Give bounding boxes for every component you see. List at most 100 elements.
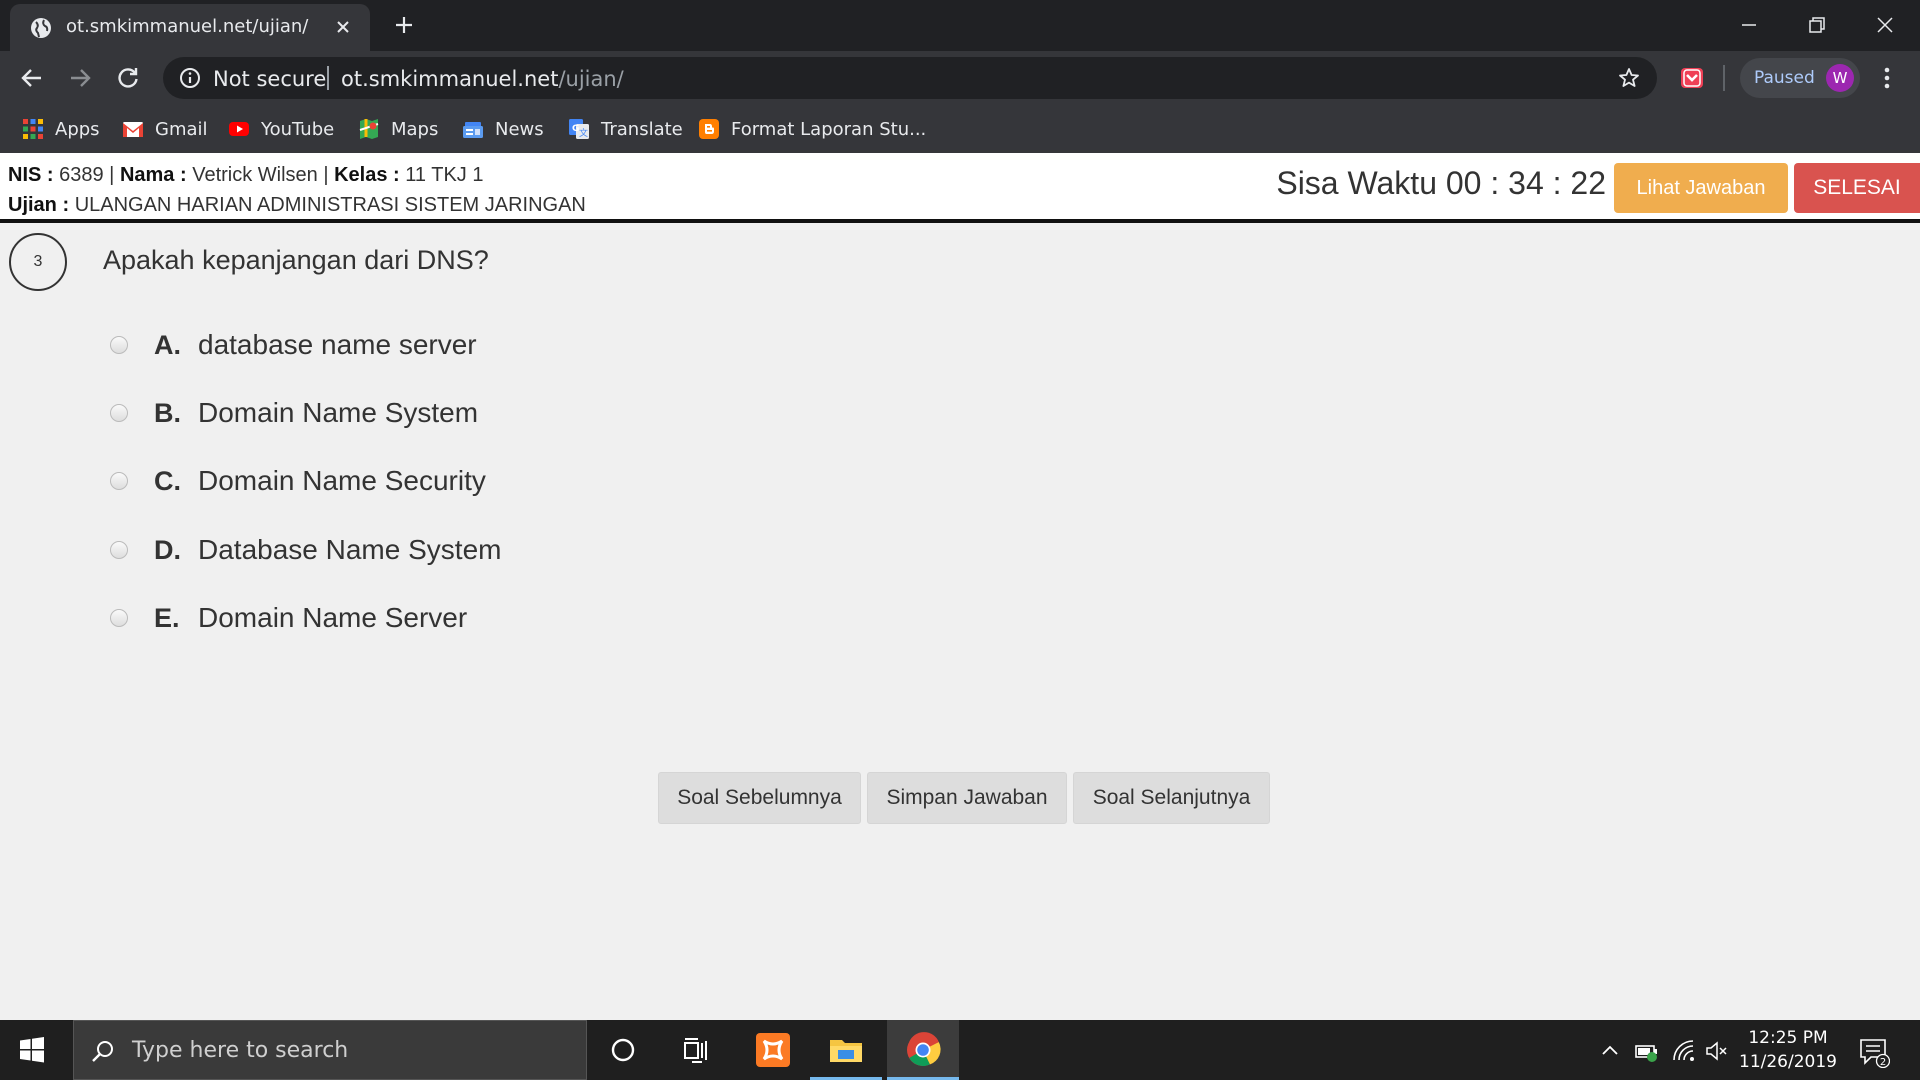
nis-label: NIS : xyxy=(8,164,54,186)
bookmark-label: Maps xyxy=(391,118,439,140)
restore-icon[interactable] xyxy=(1802,10,1832,40)
exam-info-bar: NIS : 6389 | Nama : Vetrick Wilsen | Kel… xyxy=(0,153,1920,223)
answer-option-b[interactable]: B. Domain Name System xyxy=(110,393,478,433)
kelas-value: 11 TKJ 1 xyxy=(405,164,484,186)
windows-taskbar: Type here to search 12:25 PM 11/26/2019 … xyxy=(0,1020,1920,1080)
profile-status: Paused xyxy=(1754,68,1815,88)
battery-charging-icon[interactable] xyxy=(1634,1038,1660,1064)
bookmark-format-laporan[interactable]: Format Laporan Stu... xyxy=(698,115,926,143)
browser-toolbar: Not secure ot.smkimmanuel.net/ujian/ Pau… xyxy=(0,51,1920,105)
bookmark-apps[interactable]: Apps xyxy=(22,115,100,143)
bookmark-label: YouTube xyxy=(261,118,335,140)
bookmark-news[interactable]: News xyxy=(462,115,544,143)
bookmark-label: Gmail xyxy=(155,118,208,140)
folder-icon xyxy=(830,1040,862,1062)
option-letter: E. xyxy=(154,602,180,633)
blogger-icon xyxy=(699,119,719,139)
taskbar-search[interactable]: Type here to search xyxy=(73,1020,587,1080)
radio-button[interactable] xyxy=(110,336,128,354)
answer-option-c[interactable]: C. Domain Name Security xyxy=(110,461,486,501)
option-text: Database Name System xyxy=(198,534,502,565)
notification-count: 2 xyxy=(1880,1057,1886,1068)
taskbar-app-file-explorer[interactable] xyxy=(810,1020,882,1080)
timer-value: 00 : 34 : 22 xyxy=(1445,165,1606,201)
profile-button[interactable]: Paused W xyxy=(1740,58,1860,98)
lihat-jawaban-button[interactable]: Lihat Jawaban xyxy=(1614,163,1788,213)
chevron-up-icon[interactable] xyxy=(1597,1038,1623,1064)
countdown-timer: Sisa Waktu 00 : 34 : 22 xyxy=(1276,165,1606,202)
bookmark-label: Format Laporan Stu... xyxy=(731,118,927,140)
close-window-icon[interactable] xyxy=(1870,10,1900,40)
exam-title: Ujian : ULANGAN HARIAN ADMINISTRASI SIST… xyxy=(8,194,586,217)
system-clock[interactable]: 12:25 PM 11/26/2019 xyxy=(1738,1026,1838,1074)
close-tab-icon[interactable] xyxy=(332,16,354,38)
radio-button[interactable] xyxy=(110,609,128,627)
bookmark-star-icon[interactable] xyxy=(1617,66,1641,90)
more-menu-icon[interactable] xyxy=(1874,65,1900,91)
back-arrow-icon[interactable] xyxy=(18,64,46,92)
bookmark-youtube[interactable]: YouTube xyxy=(228,115,334,143)
tab-title: ot.smkimmanuel.net/ujian/ xyxy=(66,16,309,37)
clock-date: 11/26/2019 xyxy=(1739,1052,1837,1072)
kelas-label: Kelas : xyxy=(334,164,400,186)
answer-option-d[interactable]: D. Database Name System xyxy=(110,530,501,570)
timer-label: Sisa Waktu xyxy=(1276,165,1437,201)
speaker-muted-icon[interactable] xyxy=(1704,1038,1730,1064)
search-icon xyxy=(92,1041,113,1062)
next-question-button[interactable]: Soal Selanjutnya xyxy=(1073,772,1270,824)
xampp-icon xyxy=(756,1033,790,1067)
browser-tab[interactable]: ot.smkimmanuel.net/ujian/ xyxy=(10,4,370,51)
wifi-icon[interactable] xyxy=(1671,1038,1697,1064)
gmail-icon xyxy=(123,122,143,137)
address-bar[interactable]: Not secure ot.smkimmanuel.net/ujian/ xyxy=(163,57,1657,99)
exam-page: NIS : 6389 | Nama : Vetrick Wilsen | Kel… xyxy=(0,153,1920,1020)
radio-button[interactable] xyxy=(110,541,128,559)
ujian-value: ULANGAN HARIAN ADMINISTRASI SISTEM JARIN… xyxy=(74,194,586,216)
security-label[interactable]: Not secure xyxy=(213,67,326,91)
option-letter: D. xyxy=(154,534,181,565)
answer-option-a[interactable]: A. database name server xyxy=(110,325,477,365)
url-text[interactable]: ot.smkimmanuel.net/ujian/ xyxy=(341,67,624,91)
translate-icon: G 文 xyxy=(569,119,589,139)
reload-icon[interactable] xyxy=(114,64,142,92)
student-info: NIS : 6389 | Nama : Vetrick Wilsen | Kel… xyxy=(8,164,484,186)
task-view-icon[interactable] xyxy=(678,1032,714,1068)
maps-icon xyxy=(359,119,379,139)
nis-value: 6389 xyxy=(59,164,104,186)
action-center-icon[interactable]: 2 xyxy=(1858,1036,1890,1068)
toolbar-separator xyxy=(1723,65,1725,91)
tab-strip: ot.smkimmanuel.net/ujian/ xyxy=(0,0,1920,51)
bookmark-label: Translate xyxy=(601,118,683,140)
selesai-button[interactable]: SELESAI xyxy=(1794,163,1920,213)
save-answer-button[interactable]: Simpan Jawaban xyxy=(867,772,1067,824)
nama-value: Vetrick Wilsen xyxy=(192,164,318,186)
info-icon[interactable] xyxy=(179,67,201,89)
previous-question-button[interactable]: Soal Sebelumnya xyxy=(658,772,861,824)
bookmark-gmail[interactable]: Gmail xyxy=(122,115,208,143)
bookmark-maps[interactable]: Maps xyxy=(358,115,438,143)
option-letter: B. xyxy=(154,397,181,428)
radio-button[interactable] xyxy=(110,404,128,422)
bookmark-translate[interactable]: G 文 Translate xyxy=(568,115,683,143)
apps-grid-icon xyxy=(23,119,43,139)
new-tab-icon[interactable] xyxy=(392,13,416,37)
forward-arrow-icon[interactable] xyxy=(66,64,94,92)
pocket-extension-icon[interactable] xyxy=(1679,65,1705,91)
answer-option-e[interactable]: E. Domain Name Server xyxy=(110,598,467,638)
avatar: W xyxy=(1826,64,1854,92)
bookmark-label: News xyxy=(495,118,544,140)
option-letter: A. xyxy=(154,329,181,360)
question-number-badge: 3 xyxy=(9,233,67,291)
option-text: database name server xyxy=(198,329,477,360)
option-text: Domain Name System xyxy=(198,397,479,428)
cortana-icon[interactable] xyxy=(605,1032,641,1068)
taskbar-app-chrome[interactable] xyxy=(887,1020,959,1080)
option-letter: C. xyxy=(154,465,181,496)
windows-start-icon[interactable] xyxy=(18,1036,46,1064)
minimize-icon[interactable] xyxy=(1734,10,1764,40)
youtube-icon xyxy=(229,122,249,136)
bookmark-label: Apps xyxy=(55,118,100,140)
taskbar-app-xampp[interactable] xyxy=(737,1020,809,1080)
url-path: /ujian/ xyxy=(558,67,624,91)
radio-button[interactable] xyxy=(110,472,128,490)
